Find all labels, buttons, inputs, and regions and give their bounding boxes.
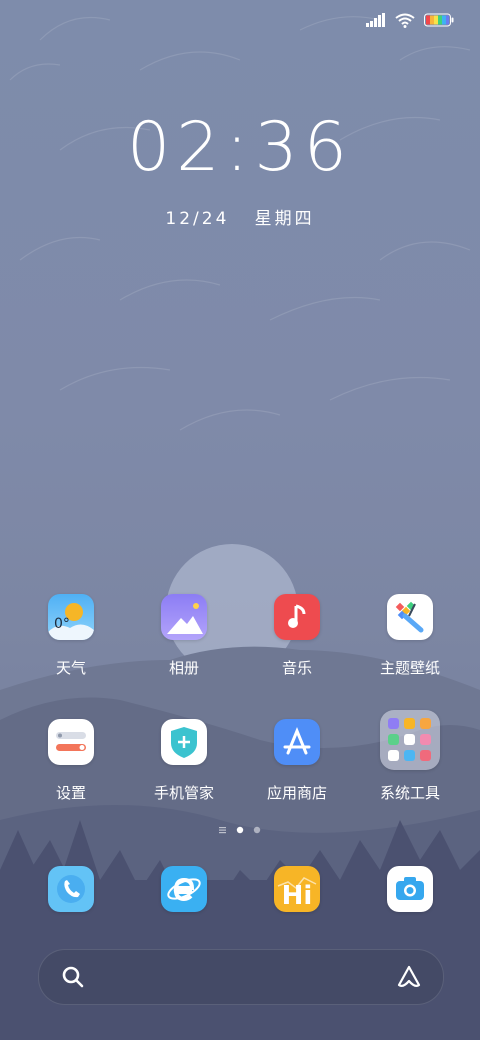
search-bar[interactable] (38, 949, 444, 1005)
app-settings[interactable]: 设置 (16, 719, 126, 803)
battery-icon (424, 13, 454, 27)
page-indicator (0, 822, 480, 836)
hi-app-icon: Hi (274, 866, 320, 912)
app-label: 相册 (168, 659, 199, 677)
app-themes[interactable]: 主题壁纸 (355, 594, 465, 678)
browser-icon (161, 866, 207, 912)
search-icon[interactable] (61, 965, 85, 989)
date-line: 12/24 星期四 (0, 204, 480, 229)
page-dot (253, 826, 261, 834)
date: 12/24 (165, 209, 230, 229)
weather-icon: 0° (48, 594, 94, 640)
app-label: 天气 (55, 659, 86, 677)
camera-icon (387, 866, 433, 912)
app-gallery[interactable]: 相册 (129, 594, 239, 678)
app-appstore[interactable]: 应用商店 (242, 719, 352, 803)
dock-hi-app[interactable]: Hi (242, 866, 352, 912)
gallery-icon (161, 594, 207, 640)
app-store-icon (274, 719, 320, 765)
weather-temp: 0° (54, 616, 70, 632)
assistant-icon[interactable] (395, 963, 423, 991)
weekday: 星期四 (254, 209, 315, 229)
dock-camera[interactable] (355, 866, 465, 912)
themes-icon (387, 594, 433, 640)
page-dot-active (236, 826, 244, 834)
app-label: 手机管家 (153, 784, 214, 802)
app-label: 应用商店 (266, 784, 327, 802)
lock-clock: 02:36 (127, 108, 353, 187)
hi-text: Hi (281, 881, 313, 911)
folder-icon (380, 710, 440, 770)
menu-lines-icon (219, 827, 226, 834)
wifi-icon (395, 13, 415, 28)
phone-icon (48, 866, 94, 912)
app-security[interactable]: 手机管家 (129, 719, 239, 803)
app-weather[interactable]: 0° 天气 (16, 594, 126, 678)
settings-icon (48, 719, 94, 765)
status-bar (366, 8, 454, 32)
app-label: 设置 (55, 784, 86, 802)
app-label: 系统工具 (379, 784, 440, 802)
app-label: 音乐 (281, 659, 312, 677)
app-folder-system-tools[interactable]: 系统工具 (355, 710, 465, 803)
app-music[interactable]: 音乐 (242, 594, 352, 678)
security-icon (161, 719, 207, 765)
signal-icon (366, 13, 385, 27)
dock-browser[interactable] (129, 866, 239, 912)
app-label: 主题壁纸 (379, 659, 440, 677)
music-icon (274, 594, 320, 640)
dock-phone[interactable] (16, 866, 126, 912)
